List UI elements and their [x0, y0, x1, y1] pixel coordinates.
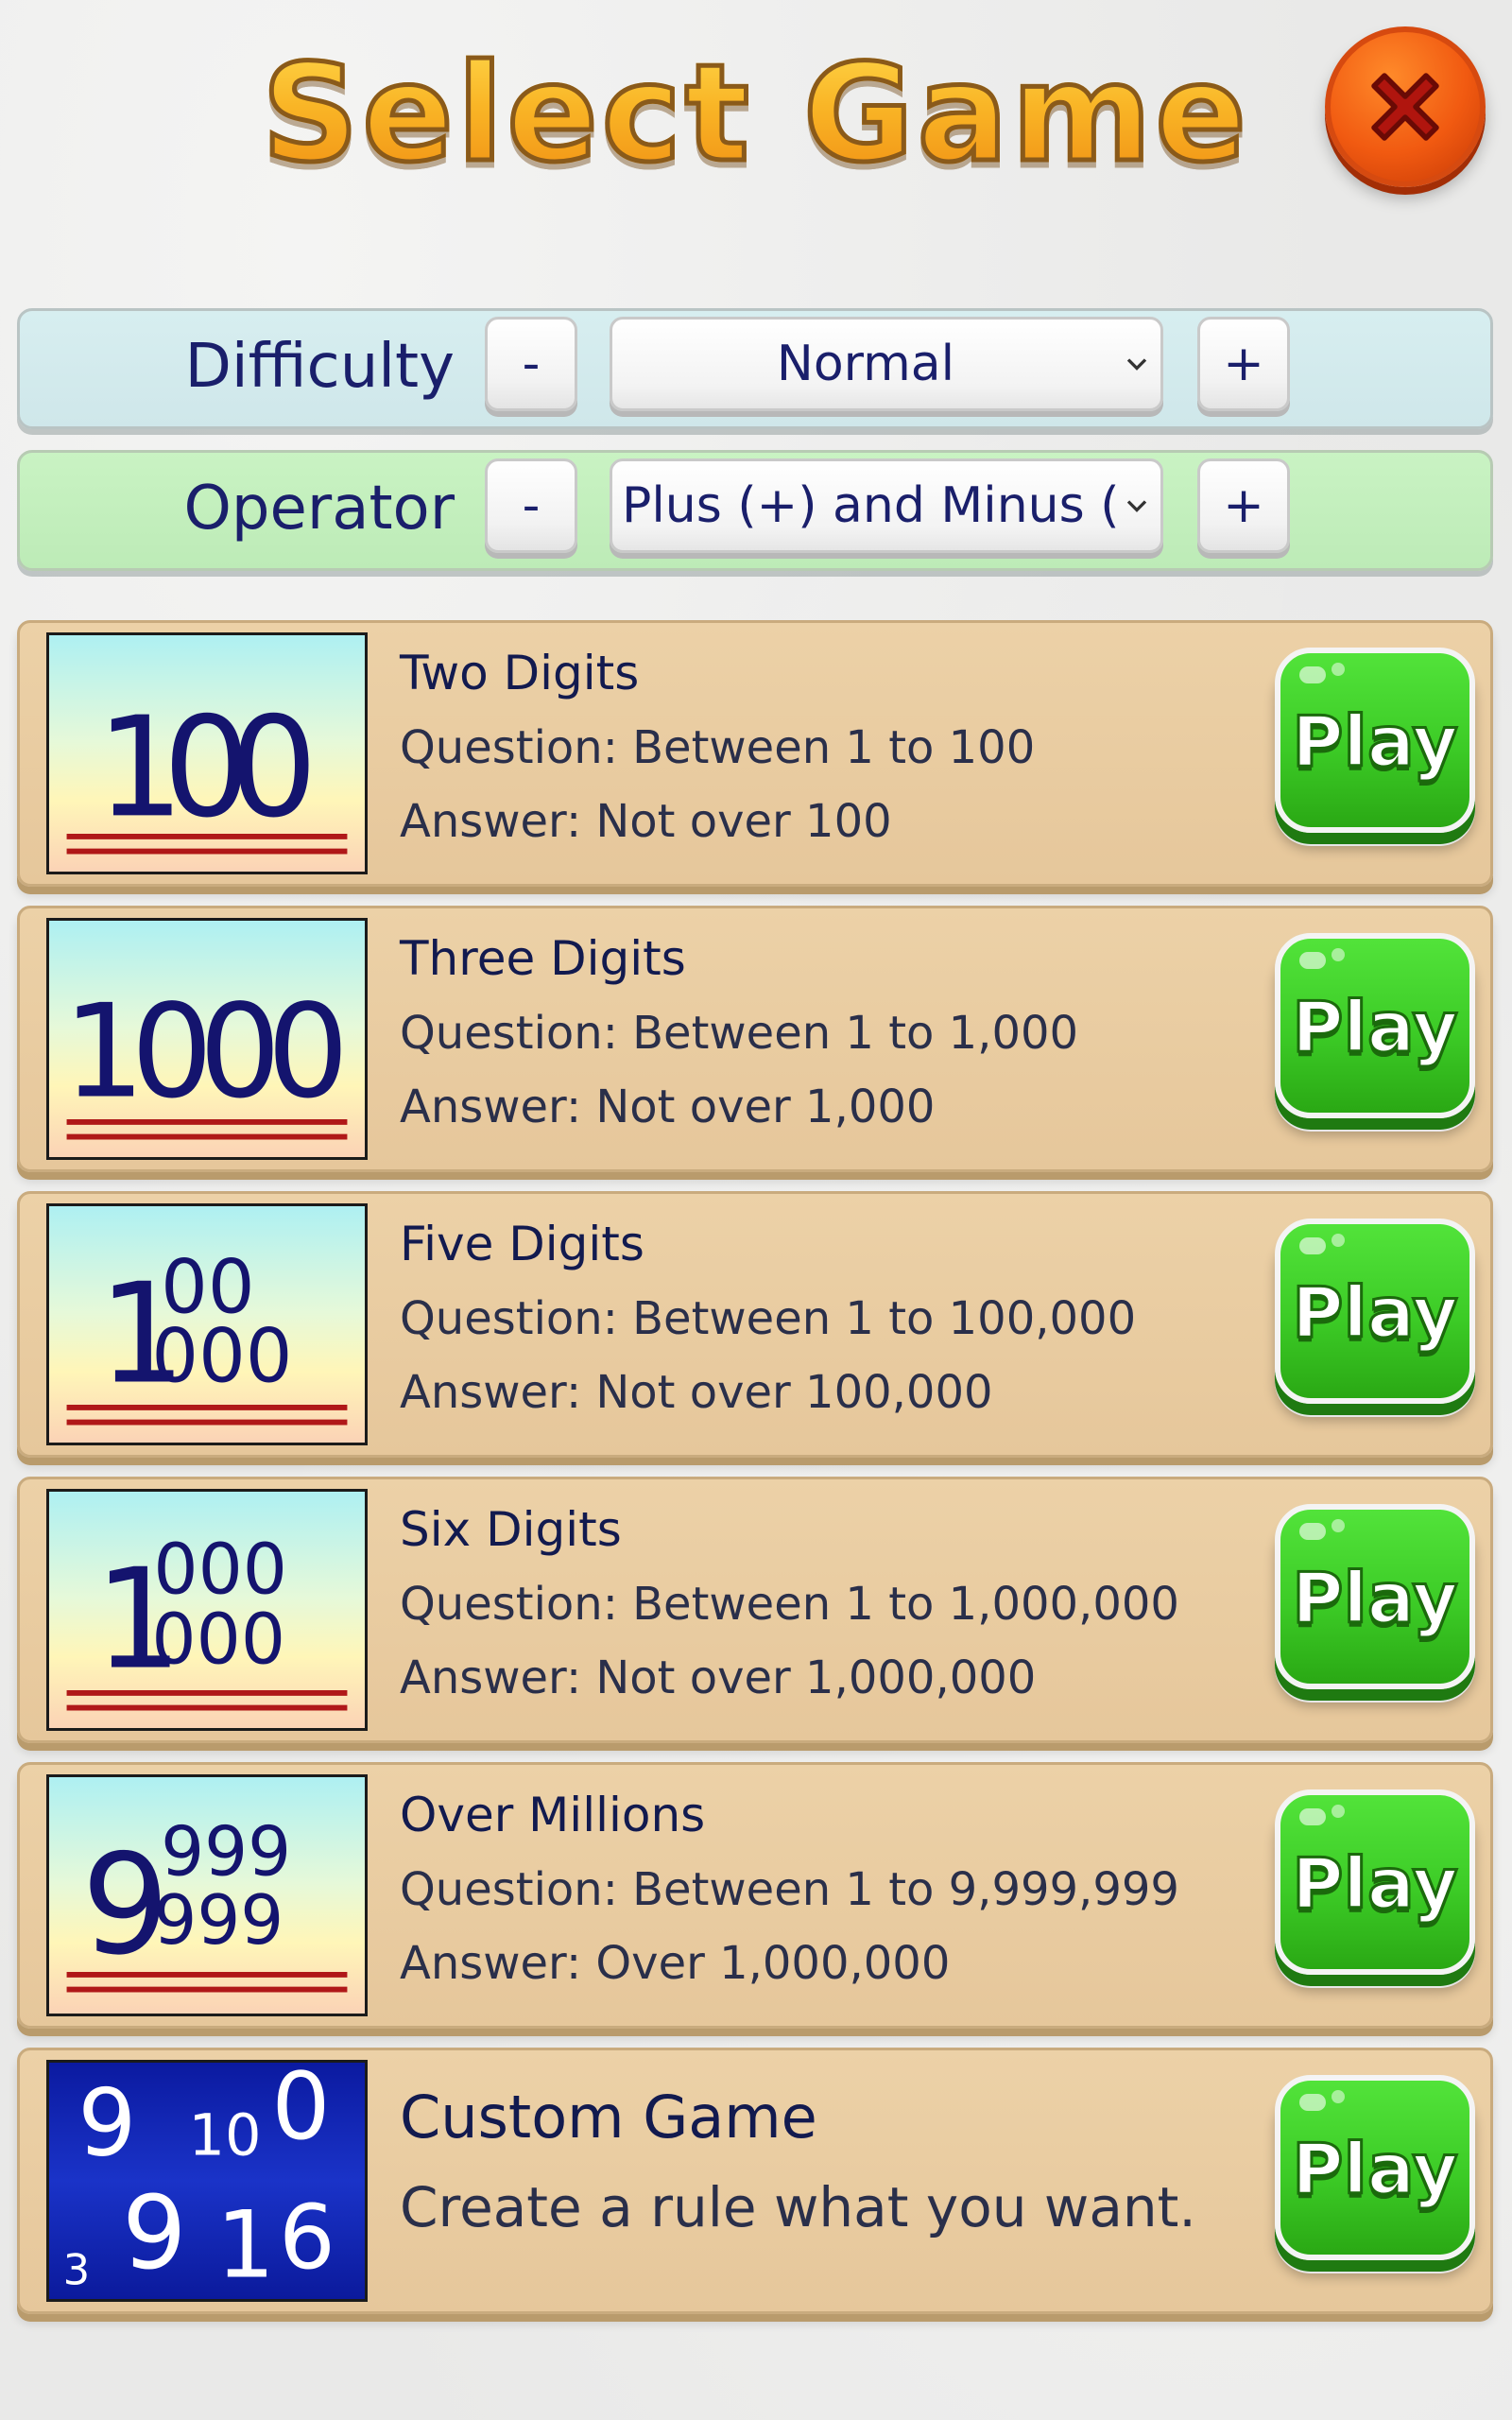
question-range: Question: Between 1 to 1,000,000: [400, 1578, 1179, 1631]
thumb-number: 100: [96, 686, 318, 848]
two-digits-thumbnail: 100: [46, 632, 368, 874]
five-digits-thumbnail: 1 00 000: [46, 1203, 368, 1445]
game-card-over-millions: 9 999 999 Over Millions Question: Betwee…: [17, 1762, 1493, 2029]
operator-label: Operator: [183, 474, 455, 544]
operator-row: Operator - Plus (+) and Minus (-) +: [17, 450, 1493, 571]
thumb-digit: 0: [271, 2063, 330, 2161]
page-title: Select Game: [0, 34, 1512, 195]
thumb-digit: 6: [279, 2187, 335, 2290]
operator-decrease-button[interactable]: -: [485, 458, 577, 553]
game-card-two-digits: 100 Two Digits Question: Between 1 to 10…: [17, 620, 1493, 887]
play-label: Play: [1291, 986, 1459, 1070]
game-card-three-digits: 1000 Three Digits Question: Between 1 to…: [17, 906, 1493, 1172]
thumb-digit: 9: [122, 2174, 186, 2292]
thumb-digit: 3: [63, 2244, 91, 2294]
play-label: Play: [1291, 2128, 1459, 2212]
play-button[interactable]: Play: [1275, 2075, 1475, 2260]
three-digits-thumbnail: 1000: [46, 918, 368, 1160]
operator-select[interactable]: Plus (+) and Minus (-): [610, 458, 1163, 553]
play-button[interactable]: Play: [1275, 1219, 1475, 1404]
close-x-icon: [1371, 73, 1439, 141]
chevron-down-icon: [1119, 488, 1155, 524]
game-title: Two Digits: [400, 646, 640, 700]
game-title: Five Digits: [400, 1217, 644, 1271]
thumb-number: 1000: [63, 977, 350, 1128]
play-label: Play: [1291, 1557, 1459, 1641]
play-button[interactable]: Play: [1275, 1504, 1475, 1689]
play-label: Play: [1291, 1271, 1459, 1356]
operator-value: Plus (+) and Minus (-): [622, 477, 1119, 534]
question-range: Question: Between 1 to 1,000: [400, 1007, 1079, 1060]
thumb-digit: 9: [77, 2070, 136, 2178]
operator-increase-button[interactable]: +: [1197, 458, 1290, 553]
thumb-bottom-digits: 000: [151, 1599, 285, 1681]
thumb-bottom-digits: 000: [151, 1314, 292, 1400]
chevron-down-icon: [1119, 346, 1155, 382]
six-digits-thumbnail: 1 000 000: [46, 1489, 368, 1731]
answer-limit: Answer: Not over 100: [400, 795, 892, 848]
game-card-six-digits: 1 000 000 Six Digits Question: Between 1…: [17, 1477, 1493, 1743]
close-button[interactable]: [1325, 26, 1486, 187]
play-button[interactable]: Play: [1275, 933, 1475, 1118]
play-button[interactable]: Play: [1275, 1789, 1475, 1975]
game-title: Three Digits: [400, 931, 686, 986]
answer-limit: Answer: Not over 1,000,000: [400, 1651, 1037, 1704]
question-range: Question: Between 1 to 100: [400, 721, 1036, 774]
game-description: Create a rule what you want.: [400, 2175, 1196, 2239]
play-button[interactable]: Play: [1275, 648, 1475, 833]
game-title: Six Digits: [400, 1502, 622, 1557]
difficulty-decrease-button[interactable]: -: [485, 317, 577, 411]
question-range: Question: Between 1 to 9,999,999: [400, 1863, 1179, 1916]
thumb-digit: 1: [216, 2192, 275, 2299]
difficulty-label: Difficulty: [184, 332, 455, 402]
difficulty-select[interactable]: Normal: [610, 317, 1163, 411]
answer-limit: Answer: Over 1,000,000: [400, 1937, 951, 1990]
thumb-bottom-digits: 999: [153, 1881, 284, 1961]
game-card-custom: 9 10 0 3 9 1 6 Custom Game Create a rule…: [17, 2048, 1493, 2314]
difficulty-value: Normal: [776, 336, 955, 392]
play-label: Play: [1291, 1842, 1459, 1927]
custom-game-thumbnail: 9 10 0 3 9 1 6: [46, 2060, 368, 2302]
play-label: Play: [1291, 700, 1459, 785]
question-range: Question: Between 1 to 100,000: [400, 1292, 1137, 1345]
thumb-digit: 10: [188, 2103, 261, 2169]
over-millions-thumbnail: 9 999 999: [46, 1774, 368, 2016]
game-title: Custom Game: [400, 2083, 817, 2152]
answer-limit: Answer: Not over 1,000: [400, 1080, 936, 1133]
difficulty-row: Difficulty - Normal +: [17, 308, 1493, 429]
game-title: Over Millions: [400, 1788, 706, 1842]
difficulty-increase-button[interactable]: +: [1197, 317, 1290, 411]
answer-limit: Answer: Not over 100,000: [400, 1366, 993, 1419]
game-card-five-digits: 1 00 000 Five Digits Question: Between 1…: [17, 1191, 1493, 1458]
